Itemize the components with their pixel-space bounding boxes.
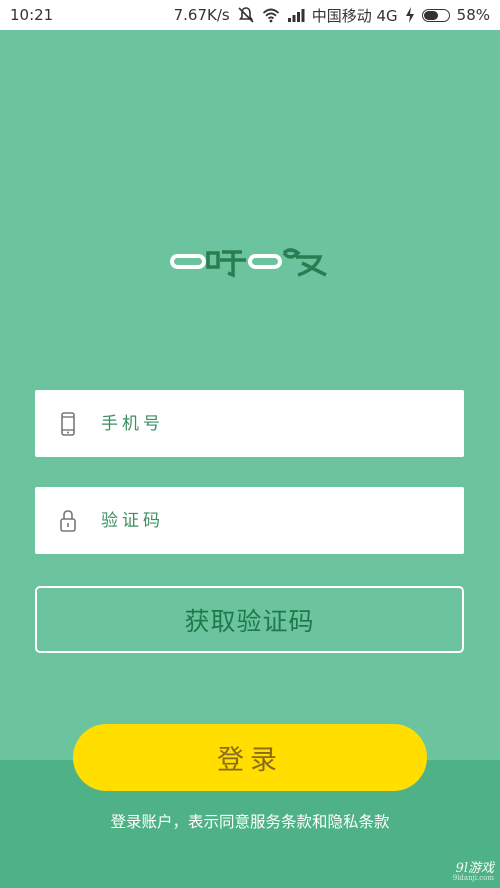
watermark: 9l游戏 9ldanji.com xyxy=(453,862,494,882)
get-code-label: 获取验证码 xyxy=(184,606,315,636)
watermark-url: 9ldanji.com xyxy=(452,874,494,882)
lock-icon xyxy=(60,509,76,532)
terms-text[interactable]: 登录账户，表示同意服务条款和隐私条款 xyxy=(0,810,500,832)
charging-bolt-icon xyxy=(405,7,414,23)
verification-code-field xyxy=(35,487,464,554)
battery-percent: 58% xyxy=(456,6,490,24)
login-label: 登录 xyxy=(217,745,283,776)
login-button[interactable]: 登录 xyxy=(73,724,427,791)
battery-fill xyxy=(423,10,438,20)
status-bar: 10:21 7.67K/s 中国移动 4G 58% xyxy=(0,0,500,30)
get-code-button[interactable]: 获取验证码 xyxy=(35,586,464,653)
verification-code-input[interactable] xyxy=(99,509,433,532)
battery-icon xyxy=(421,8,450,22)
app-logo xyxy=(170,248,327,278)
carrier-label: 中国移动 4G xyxy=(311,6,398,25)
phone-icon xyxy=(61,411,75,436)
mute-bell-icon xyxy=(238,7,254,23)
phone-field xyxy=(35,390,464,457)
signal-icon xyxy=(287,9,305,22)
status-time: 10:21 xyxy=(10,6,54,24)
wifi-icon xyxy=(262,8,279,23)
status-indicators: 7.67K/s 中国移动 4G 58% xyxy=(174,5,490,26)
network-speed: 7.67K/s xyxy=(173,6,230,24)
phone-input[interactable] xyxy=(99,412,433,435)
